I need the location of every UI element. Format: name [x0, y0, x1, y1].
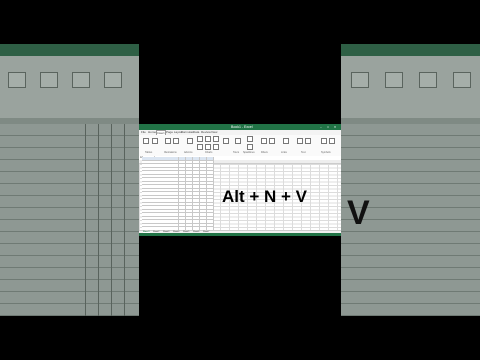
bg-ribbon-button — [8, 72, 26, 88]
bg-ribbon-button — [72, 72, 90, 88]
column-chart-icon[interactable] — [197, 136, 203, 142]
text-box-icon[interactable] — [297, 138, 303, 144]
store-icon[interactable] — [187, 138, 193, 144]
bg-column-line — [111, 124, 112, 316]
pivot-chart-icon[interactable] — [223, 138, 229, 144]
bg-title-bar — [0, 44, 139, 56]
bg-ribbon-button — [351, 72, 369, 88]
pictures-icon[interactable] — [165, 138, 171, 144]
group-label-links: Links — [281, 151, 287, 154]
group-label-filters: Filters — [261, 151, 268, 154]
maximize-icon[interactable]: □ — [326, 125, 330, 129]
status-bar — [139, 233, 341, 236]
data-table — [142, 157, 214, 231]
timeline-icon[interactable] — [269, 138, 275, 144]
bg-column-line — [124, 124, 125, 316]
bg-column-line — [85, 124, 86, 316]
group-label-sparklines: Sparklines — [243, 151, 255, 154]
pivot-table-icon[interactable] — [143, 138, 149, 144]
bg-title-bar — [341, 44, 480, 56]
slicer-icon[interactable] — [261, 138, 267, 144]
bg-ribbon-button — [385, 72, 403, 88]
symbol-icon[interactable] — [329, 138, 335, 144]
scatter-chart-icon[interactable] — [213, 136, 219, 142]
bg-ribbon-button — [419, 72, 437, 88]
sparkline-line-icon[interactable] — [247, 136, 253, 142]
bg-ribbon-button — [40, 72, 58, 88]
shapes-icon[interactable] — [173, 138, 179, 144]
group-label-symbols: Symbols — [321, 151, 331, 154]
group-label-tours: Tours — [233, 151, 240, 154]
sparkline-column-icon[interactable] — [247, 144, 253, 150]
background-left-blur — [0, 44, 139, 316]
close-icon[interactable]: ✕ — [333, 125, 337, 129]
header-footer-icon[interactable] — [305, 138, 311, 144]
map-icon[interactable] — [235, 138, 241, 144]
bg-ribbon-button — [104, 72, 122, 88]
group-label-text: Text — [301, 151, 306, 154]
minimize-icon[interactable]: – — [319, 125, 323, 129]
line-chart-icon[interactable] — [205, 136, 211, 142]
bg-rows — [0, 124, 139, 316]
bg-column-line — [98, 124, 99, 316]
shortcut-caption: Alt + N + V — [222, 187, 308, 206]
excel-window: Book1 - Excel – □ ✕ File Home Insert Pag… — [139, 124, 341, 236]
table-icon[interactable] — [152, 138, 158, 144]
background-right-blur: V — [341, 44, 480, 316]
pie-chart-icon[interactable] — [205, 144, 211, 150]
bar-chart-icon[interactable] — [197, 144, 203, 150]
group-label-tables: Tables — [145, 151, 153, 154]
bg-shortcut-letter: V — [347, 194, 370, 232]
equation-icon[interactable] — [321, 138, 327, 144]
insert-ribbon: Tables Illustrations Add-ins Charts Tour… — [139, 135, 341, 157]
area-chart-icon[interactable] — [213, 144, 219, 150]
bg-ribbon-button — [453, 72, 471, 88]
group-label-add-ins: Add-ins — [184, 151, 193, 154]
group-label-illustrations: Illustrations — [164, 151, 177, 154]
link-icon[interactable] — [283, 138, 289, 144]
group-label-charts: Charts — [205, 151, 213, 154]
